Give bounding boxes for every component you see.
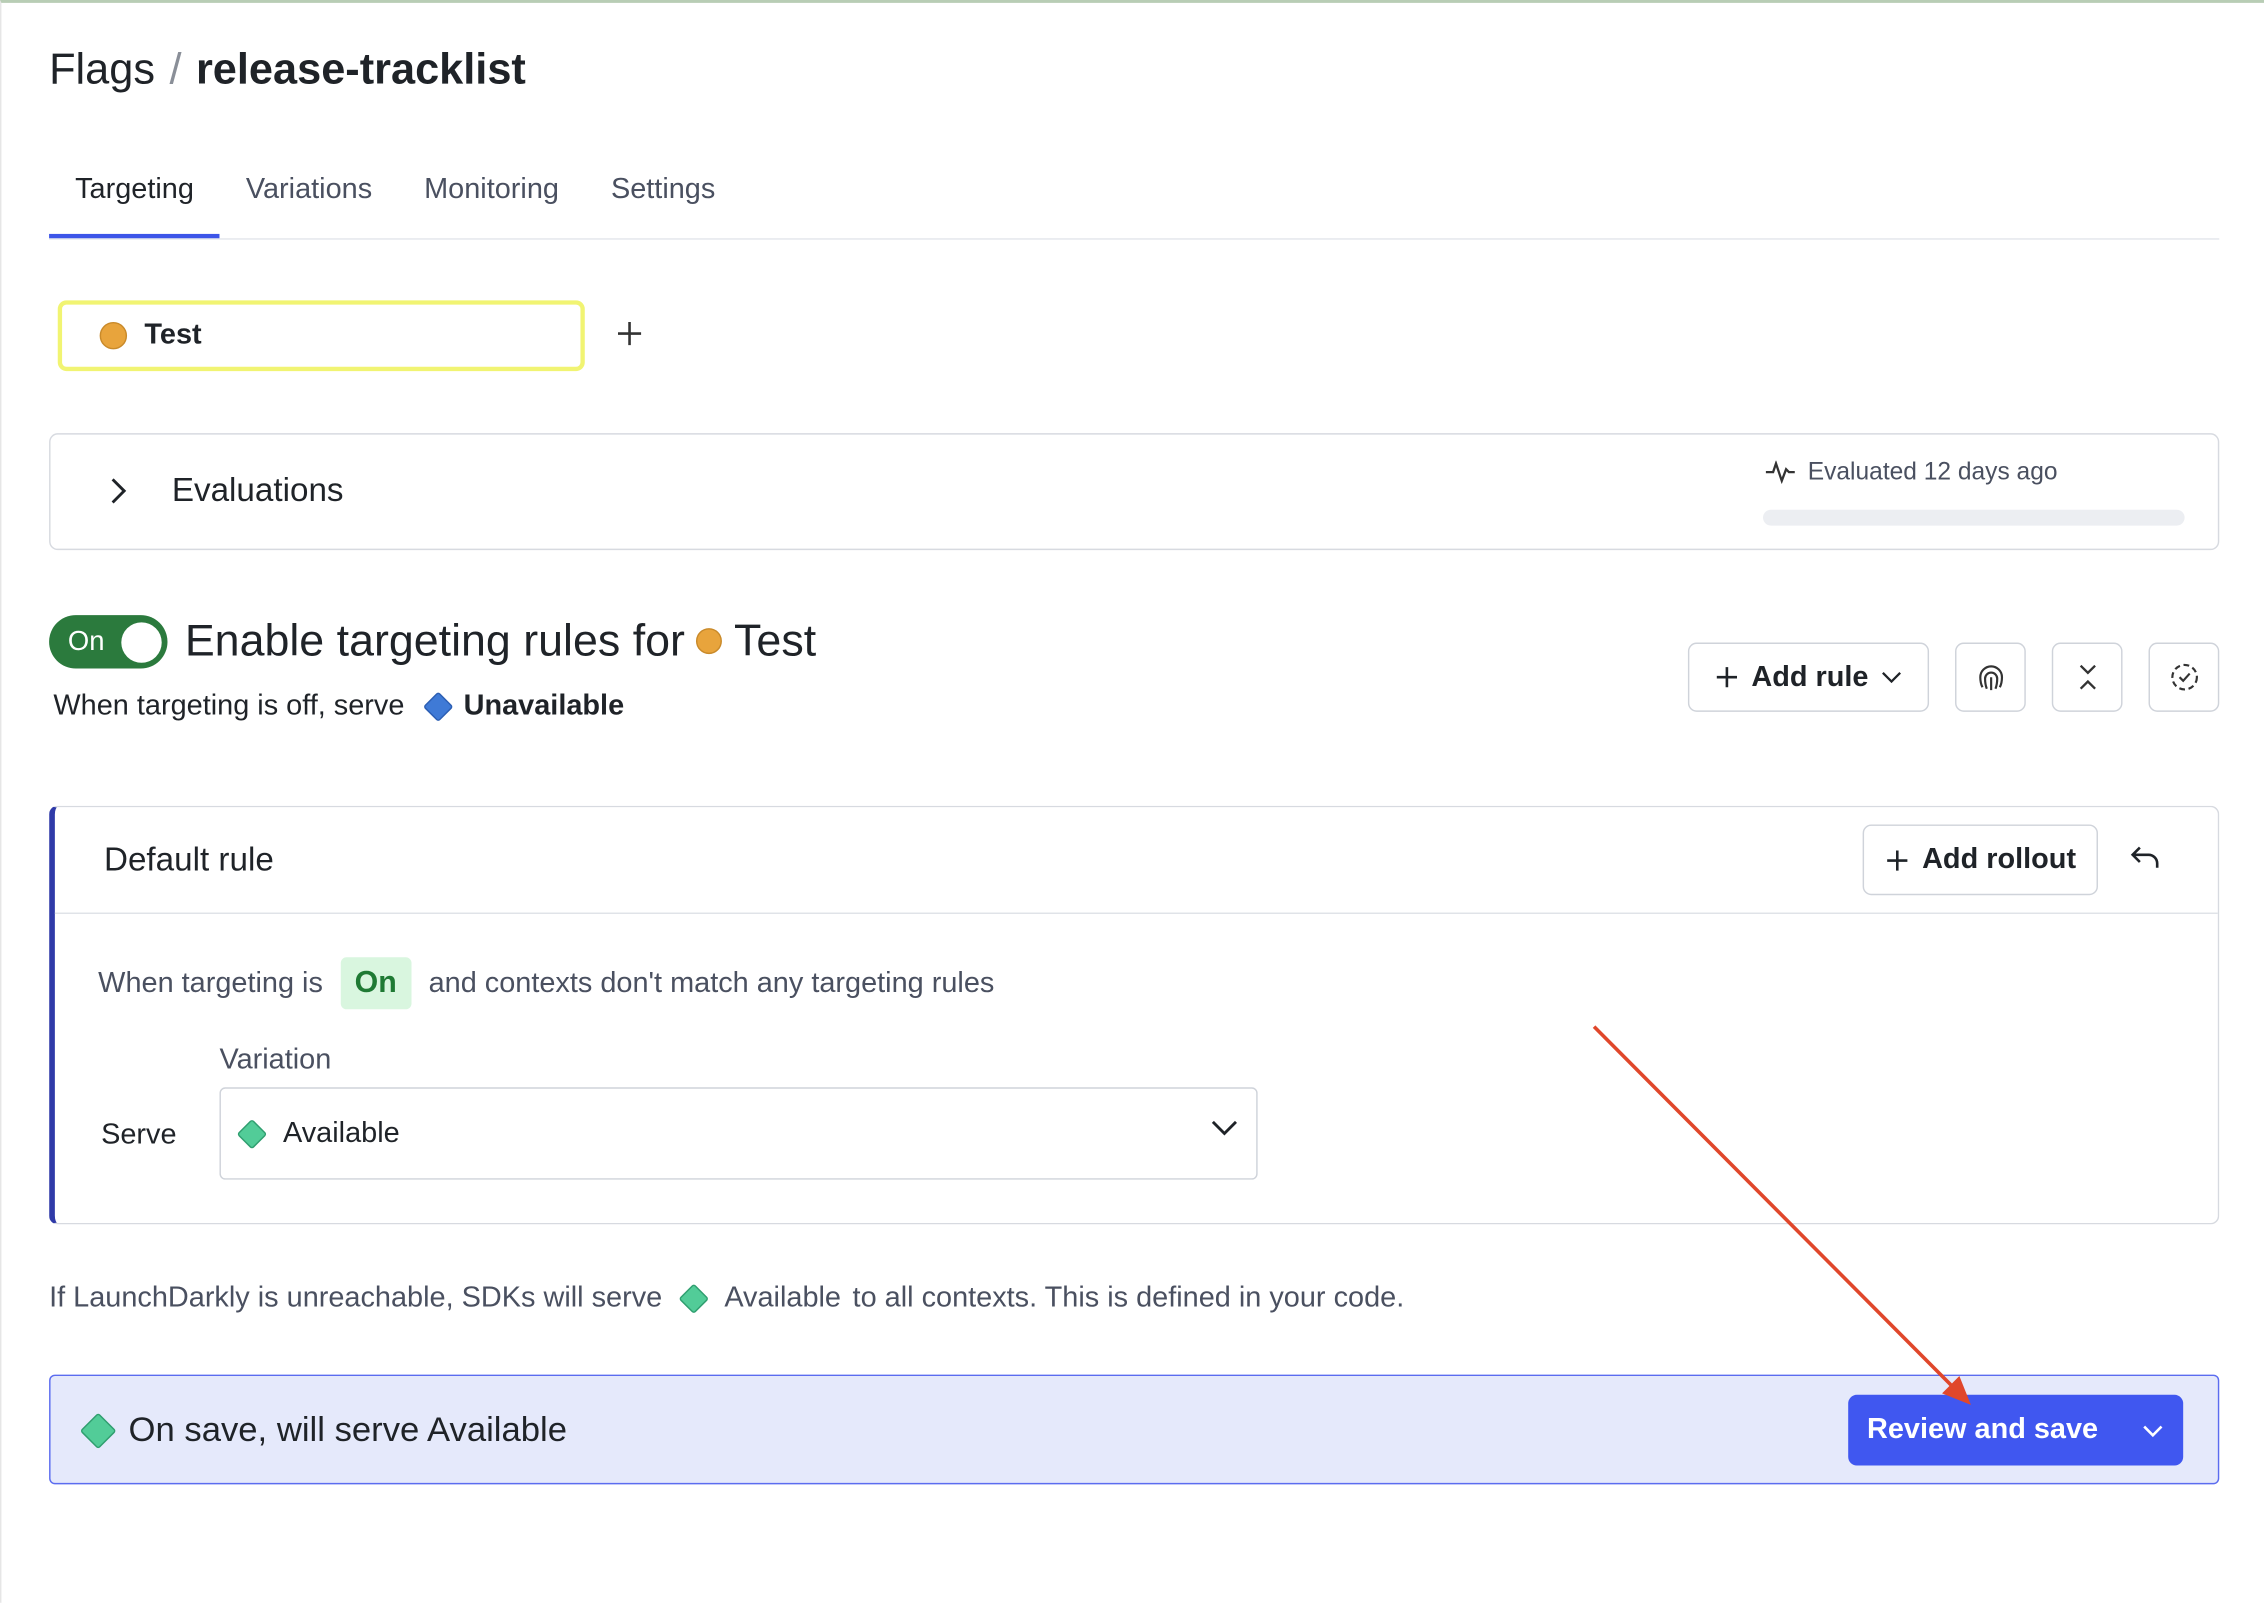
chevron-down-icon: [1880, 670, 1903, 684]
toggle-label: On: [67, 625, 105, 657]
evaluations-meta: Evaluated 12 days ago: [1764, 457, 2058, 487]
off-variation-label: Unavailable: [463, 690, 625, 722]
evaluations-panel[interactable]: Evaluations Evaluated 12 days ago: [49, 433, 2220, 551]
targeting-heading: Enable targeting rules for Test: [185, 615, 816, 667]
breadcrumb-flags-link[interactable]: Flags: [49, 46, 155, 95]
variation-label: Variation: [219, 1043, 332, 1076]
environment-color-dot: [99, 321, 128, 350]
targeting-heading-prefix: Enable targeting rules for: [184, 615, 685, 666]
environment-color-dot: [696, 628, 723, 655]
plus-icon: [1714, 664, 1740, 690]
tab-variations[interactable]: Variations: [220, 162, 398, 239]
annotation-arrow: [1592, 1025, 1971, 1405]
breadcrumb-separator: /: [169, 46, 182, 94]
off-variation-value: Unavailable: [423, 690, 625, 723]
add-rollout-label: Add rollout: [1922, 843, 2077, 876]
undo-icon[interactable]: [2128, 842, 2163, 874]
rule-line-prefix: When targeting is: [98, 966, 323, 999]
collapse-icon: [2074, 661, 2100, 693]
default-rule-card: Default rule Add rollout When targeting …: [49, 805, 2220, 1225]
pending-changes-text: On save, will serve Available: [128, 1410, 568, 1450]
selected-variation: Available: [283, 1116, 400, 1149]
default-rule-description: When targeting is On and contexts don't …: [98, 957, 995, 1010]
check-status-button[interactable]: [2148, 642, 2220, 712]
serve-label: Serve: [101, 1119, 177, 1151]
fallback-suffix: to all contexts. This is defined in your…: [852, 1282, 1405, 1314]
evaluations-sparkline-placeholder: [1763, 509, 2185, 526]
variation-diamond-icon: [79, 1412, 117, 1450]
dashed-check-circle-icon: [2168, 661, 2200, 693]
fingerprint-icon: [1975, 661, 2007, 693]
fallback-note: If LaunchDarkly is unreachable, SDKs wil…: [49, 1282, 1404, 1315]
default-rule-title: Default rule: [103, 840, 274, 878]
breadcrumb: Flags / release-tracklist: [49, 46, 526, 95]
add-environment-plus-icon[interactable]: [614, 318, 646, 350]
targeting-toggle[interactable]: On: [49, 615, 168, 669]
rule-line-suffix: and contexts don't match any targeting r…: [428, 966, 995, 999]
targeting-on-pill: On: [340, 957, 412, 1010]
collapse-all-button[interactable]: [2051, 642, 2123, 712]
page-title: release-tracklist: [195, 46, 526, 94]
pending-changes-bar: On save, will serve Available Review and…: [49, 1374, 2220, 1485]
review-and-save-label: Review and save: [1866, 1413, 2099, 1446]
variation-diamond-icon: [236, 1118, 268, 1149]
environment-chip[interactable]: Test: [57, 300, 585, 372]
targeting-heading-env: Test: [734, 615, 817, 666]
evaluations-title: Evaluations: [171, 470, 344, 509]
tab-settings[interactable]: Settings: [585, 162, 741, 239]
off-serve-prefix: When targeting is off, serve: [53, 690, 405, 722]
default-rule-header: Default rule Add rollout: [54, 807, 2218, 914]
variation-diamond-icon: [423, 691, 454, 723]
tab-monitoring[interactable]: Monitoring: [398, 162, 585, 239]
pending-changes-message: On save, will serve Available: [79, 1410, 568, 1451]
variation-diamond-icon: [677, 1283, 709, 1315]
chevron-down-icon: [2141, 1423, 2164, 1437]
fallback-prefix: If LaunchDarkly is unreachable, SDKs wil…: [49, 1282, 663, 1314]
environment-name: Test: [144, 319, 202, 351]
variation-select[interactable]: Available: [219, 1087, 1258, 1180]
tab-targeting[interactable]: Targeting: [49, 162, 220, 239]
add-rule-label: Add rule: [1751, 660, 1869, 693]
chevron-right-icon[interactable]: [108, 475, 128, 507]
review-and-save-button[interactable]: Review and save: [1848, 1394, 2184, 1466]
tab-bar: Targeting Variations Monitoring Settings: [49, 162, 2220, 240]
add-rule-button[interactable]: Add rule: [1687, 642, 1930, 712]
plus-icon: [1885, 847, 1911, 873]
off-variation-line: When targeting is off, serve Unavailable: [53, 690, 624, 723]
toggle-knob: [121, 621, 162, 663]
pulse-icon: [1764, 460, 1796, 484]
fallback-value: Available: [724, 1282, 842, 1314]
fingerprint-button[interactable]: [1955, 642, 2026, 712]
chevron-down-icon: [1210, 1118, 1239, 1138]
evaluations-timestamp: Evaluated 12 days ago: [1807, 457, 2058, 486]
save-options-dropdown[interactable]: [2123, 1395, 2184, 1466]
add-rollout-button[interactable]: Add rollout: [1862, 824, 2098, 896]
